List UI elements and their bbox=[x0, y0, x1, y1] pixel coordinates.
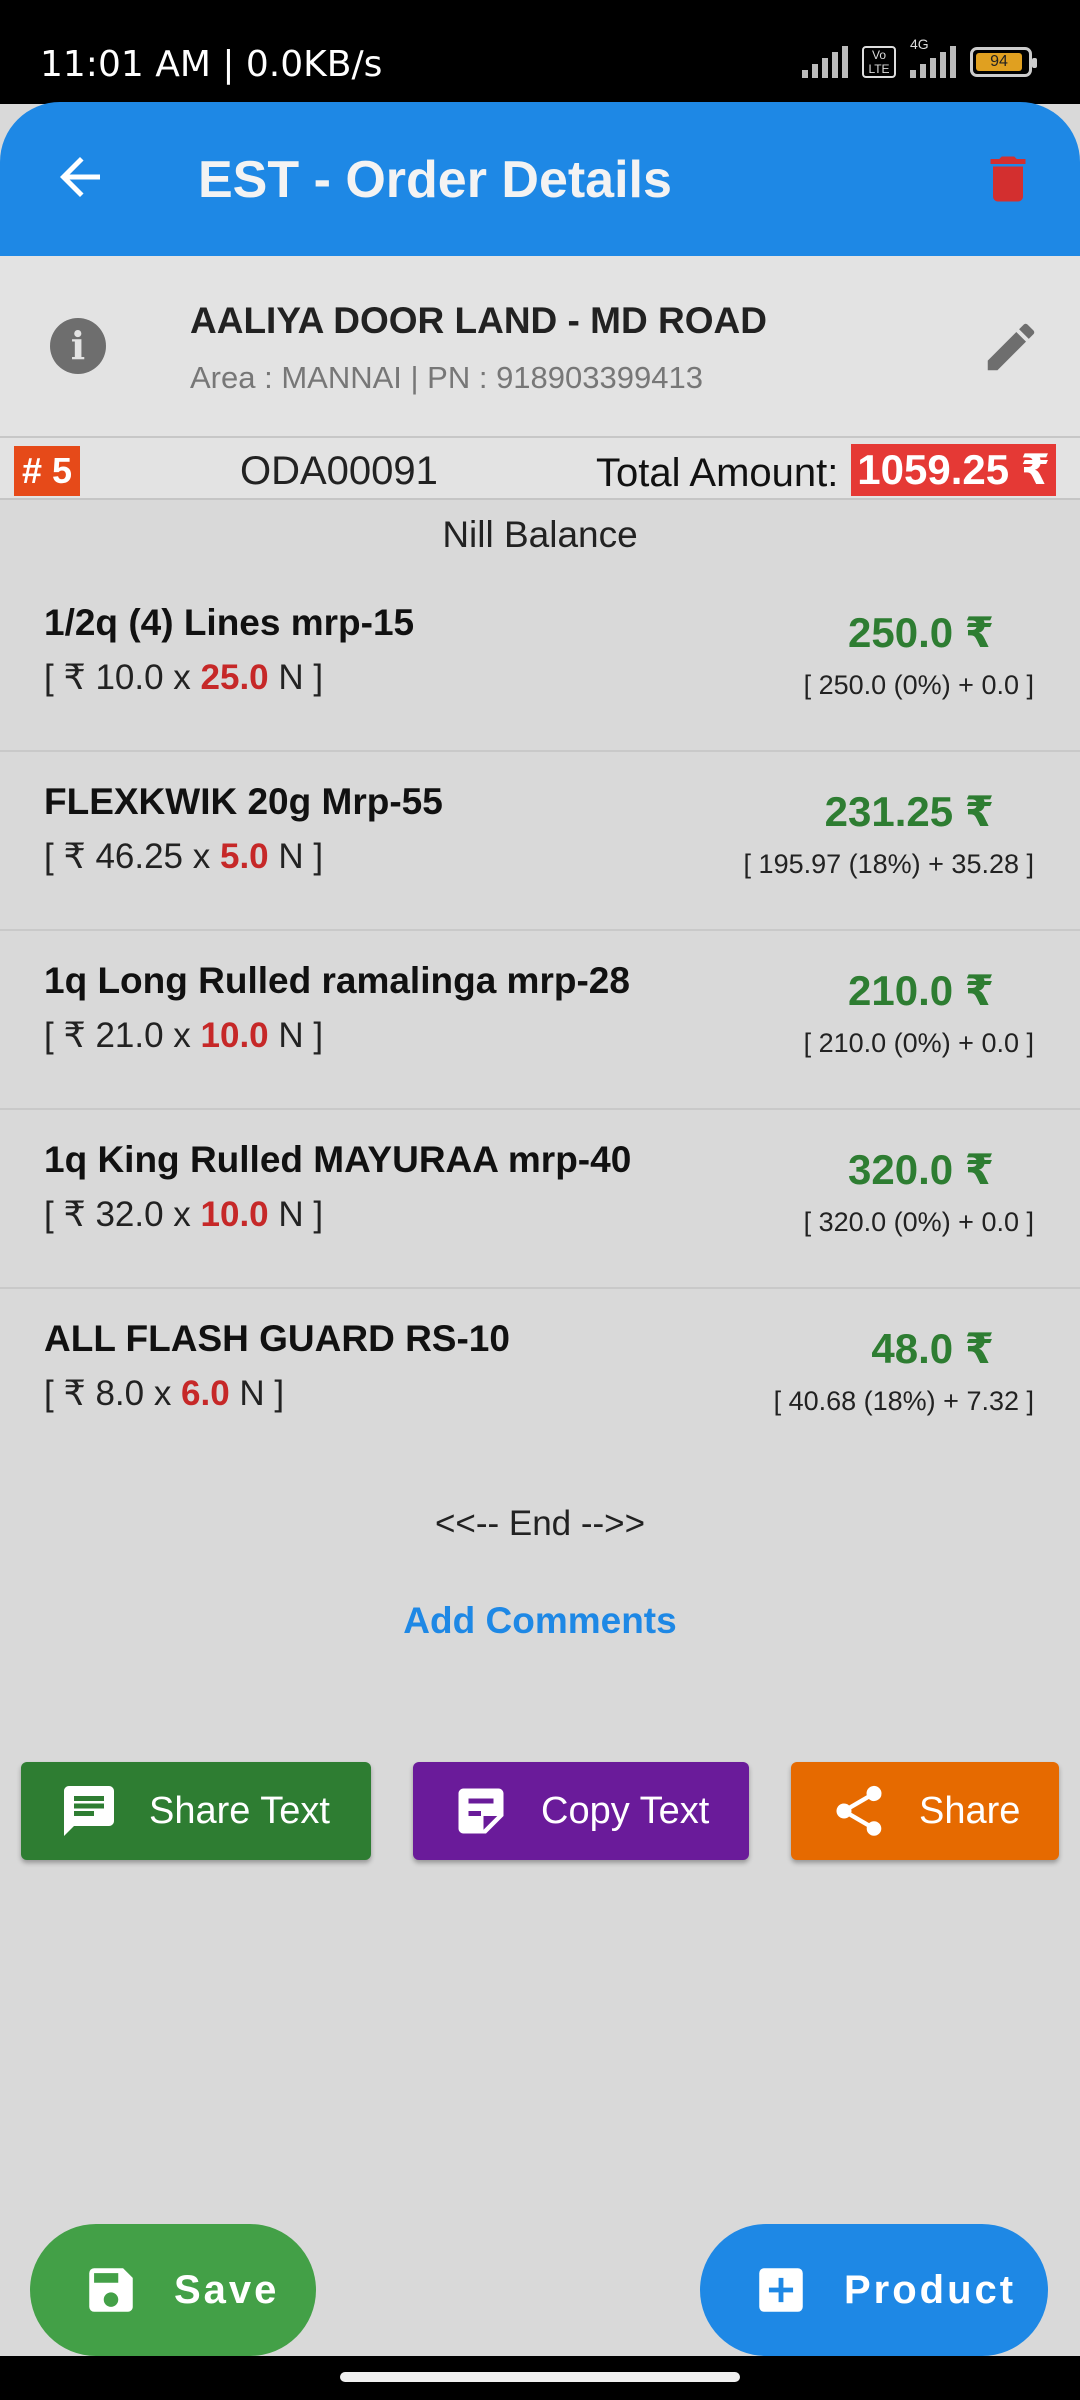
item-name: 1q King Rulled MAYURAA mrp-40 bbox=[44, 1139, 632, 1180]
plus-box-icon bbox=[759, 2268, 803, 2312]
trash-icon[interactable] bbox=[978, 147, 1038, 211]
item-name: 1q Long Rulled ramalinga mrp-28 bbox=[44, 960, 630, 1001]
order-id: ODA00091 bbox=[240, 449, 438, 493]
copy-text-button[interactable]: Copy Text bbox=[413, 1762, 749, 1860]
item-amount: 210.0 ₹ bbox=[848, 967, 994, 1014]
item-quantity: [ ₹ 21.0 x 10.0 N ] bbox=[44, 1016, 324, 1055]
network-type-label: 4G bbox=[910, 36, 929, 52]
message-icon bbox=[64, 1786, 114, 1836]
item-tax-breakdown: [ 40.68 (18%) + 7.32 ] bbox=[773, 1386, 1034, 1416]
signal-2-icon: 4G bbox=[910, 36, 956, 78]
balance-status: Nill Balance bbox=[442, 514, 638, 555]
list-item[interactable]: 1q King Rulled MAYURAA mrp-40 [ ₹ 32.0 x… bbox=[0, 1109, 1080, 1289]
item-qty-value: 5.0 bbox=[219, 837, 269, 876]
floppy-disk-icon bbox=[89, 2268, 133, 2312]
customer-card: i AALIYA DOOR LAND - MD ROAD Area : MANN… bbox=[0, 256, 1080, 438]
item-qty-value: 6.0 bbox=[181, 1374, 230, 1413]
status-time: 11:01 AM | 0.0KB/s bbox=[40, 44, 383, 85]
item-qty-value: 10.0 bbox=[200, 1016, 269, 1055]
add-product-button[interactable]: Product bbox=[700, 2224, 1048, 2356]
total-amount-label: Total Amount: bbox=[596, 451, 839, 495]
item-tax-breakdown: [ 250.0 (0%) + 0.0 ] bbox=[803, 670, 1034, 700]
volte-icon: Vo LTE bbox=[862, 46, 896, 78]
note-icon bbox=[458, 1788, 504, 1834]
info-icon[interactable]: i bbox=[50, 318, 106, 374]
item-quantity: [ ₹ 46.25 x 5.0 N ] bbox=[44, 837, 324, 876]
item-quantity: [ ₹ 8.0 x 6.0 N ] bbox=[44, 1374, 285, 1413]
add-comments-link[interactable]: Add Comments bbox=[0, 1600, 1080, 1642]
list-item[interactable]: ALL FLASH GUARD RS-10 [ ₹ 8.0 x 6.0 N ] … bbox=[0, 1288, 1080, 1466]
order-summary: # 5 ODA00091 Total Amount: 1059.25 ₹ bbox=[0, 438, 1080, 500]
copy-text-label: Copy Text bbox=[541, 1789, 710, 1832]
item-qty-value: 10.0 bbox=[200, 1195, 269, 1234]
app-bar: EST - Order Details bbox=[0, 102, 1080, 256]
list-item[interactable]: 1q Long Rulled ramalinga mrp-28 [ ₹ 21.0… bbox=[0, 930, 1080, 1110]
page-title: EST - Order Details bbox=[198, 151, 672, 209]
battery-icon: 94 bbox=[970, 47, 1037, 77]
list-end-marker: <<-- End -->> bbox=[434, 1504, 646, 1543]
item-amount: 231.25 ₹ bbox=[824, 788, 994, 835]
arrow-left-icon[interactable] bbox=[50, 147, 110, 207]
share-icon bbox=[836, 1785, 882, 1836]
item-quantity: [ ₹ 32.0 x 10.0 N ] bbox=[44, 1195, 324, 1234]
item-amount: 48.0 ₹ bbox=[871, 1325, 994, 1372]
share-label: Share bbox=[919, 1789, 1021, 1832]
share-button[interactable]: Share bbox=[791, 1762, 1059, 1860]
save-button[interactable]: Save bbox=[30, 2224, 316, 2356]
order-number-badge: # 5 bbox=[14, 446, 81, 496]
share-text-button[interactable]: Share Text bbox=[21, 1762, 371, 1860]
share-text-label: Share Text bbox=[149, 1789, 330, 1832]
list-item[interactable]: FLEXKWIK 20g Mrp-55 [ ₹ 46.25 x 5.0 N ] … bbox=[0, 751, 1080, 931]
item-name: FLEXKWIK 20g Mrp-55 bbox=[44, 781, 443, 822]
status-icons: Vo LTE 4G 94 bbox=[802, 36, 1037, 78]
battery-level: 94 bbox=[976, 53, 1022, 71]
item-name: 1/2q (4) Lines mrp-15 bbox=[44, 602, 415, 643]
item-amount: 250.0 ₹ bbox=[848, 609, 994, 656]
total-amount-value: 1059.25 ₹ bbox=[851, 444, 1056, 496]
navigation-bar bbox=[0, 2356, 1080, 2400]
item-tax-breakdown: [ 210.0 (0%) + 0.0 ] bbox=[803, 1028, 1034, 1058]
customer-details: Area : MANNAI | PN : 918903399413 bbox=[190, 360, 703, 395]
pencil-icon[interactable] bbox=[980, 316, 1042, 378]
item-tax-breakdown: [ 195.97 (18%) + 35.28 ] bbox=[743, 849, 1034, 879]
status-bar: 11:01 AM | 0.0KB/s Vo LTE 4G 94 bbox=[0, 0, 1080, 104]
home-gesture-handle[interactable] bbox=[340, 2372, 740, 2382]
item-qty-value: 25.0 bbox=[200, 658, 269, 697]
list-item[interactable]: 1/2q (4) Lines mrp-15 [ ₹ 10.0 x 25.0 N … bbox=[0, 572, 1080, 752]
item-quantity: [ ₹ 10.0 x 25.0 N ] bbox=[44, 658, 324, 697]
item-amount: 320.0 ₹ bbox=[848, 1146, 994, 1193]
save-label: Save bbox=[174, 2267, 280, 2312]
customer-name: AALIYA DOOR LAND - MD ROAD bbox=[190, 300, 767, 341]
item-name: ALL FLASH GUARD RS-10 bbox=[44, 1318, 510, 1359]
item-tax-breakdown: [ 320.0 (0%) + 0.0 ] bbox=[803, 1207, 1034, 1237]
product-label: Product bbox=[844, 2267, 1017, 2312]
signal-1-icon bbox=[802, 46, 848, 78]
